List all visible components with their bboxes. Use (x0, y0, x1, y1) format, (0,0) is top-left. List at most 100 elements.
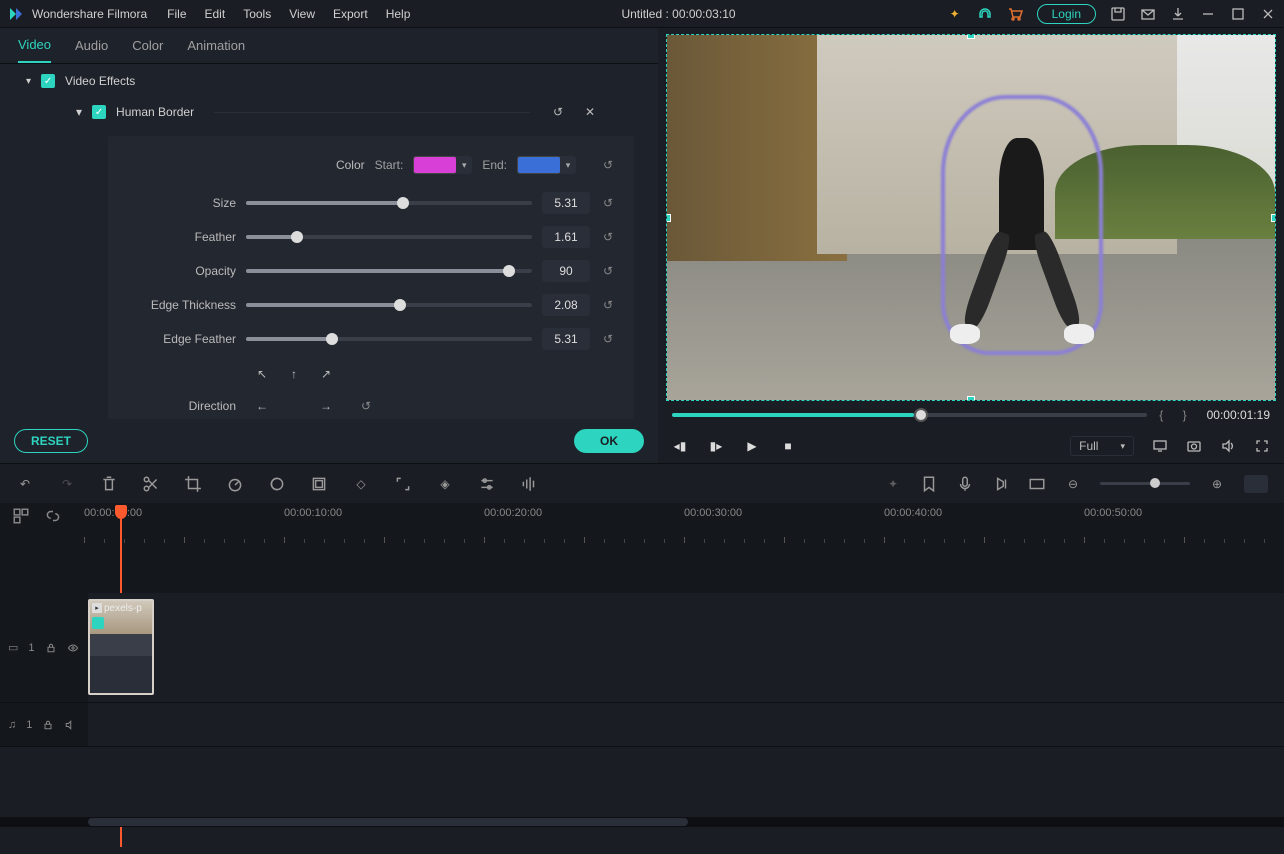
prev-frame-icon[interactable]: ◂▮ (672, 438, 688, 454)
value-feather[interactable]: 1.61 (542, 226, 590, 248)
crop-handle-icon[interactable] (967, 34, 975, 39)
reset-opacity-icon[interactable]: ↺ (600, 263, 616, 279)
zoom-out-icon[interactable]: ⊖ (1064, 475, 1082, 493)
green-screen-icon[interactable] (310, 475, 328, 493)
timeline-scrollbar[interactable] (0, 817, 1284, 827)
dir-up-right-icon[interactable]: ↗ (314, 362, 338, 386)
value-edge-feather[interactable]: 5.31 (542, 328, 590, 350)
track-manage-icon[interactable] (12, 507, 30, 525)
dir-up-icon[interactable]: ↑ (282, 362, 306, 386)
next-frame-icon[interactable]: ▮▸ (708, 438, 724, 454)
crop-handle-icon[interactable] (666, 214, 671, 222)
keyframe-icon[interactable]: ◇ (352, 475, 370, 493)
slider-opacity[interactable] (246, 269, 532, 273)
login-button[interactable]: Login (1037, 4, 1096, 24)
reset-edge-feather-icon[interactable]: ↺ (600, 331, 616, 347)
tab-animation[interactable]: Animation (187, 28, 245, 63)
time-ruler[interactable]: 00:00:00:00 00:00:10:00 00:00:20:00 00:0… (84, 507, 1284, 543)
undo-icon[interactable]: ↶ (16, 475, 34, 493)
play-icon[interactable]: ▶ (744, 438, 760, 454)
volume-icon[interactable] (1220, 438, 1236, 454)
dir-left-icon[interactable]: ← (250, 394, 274, 418)
reset-color-icon[interactable]: ↺ (600, 157, 616, 173)
reset-direction-icon[interactable]: ↺ (358, 398, 374, 414)
crop-handle-icon[interactable] (967, 396, 975, 401)
menu-export[interactable]: Export (333, 7, 368, 21)
window-maximize-icon[interactable] (1230, 6, 1246, 22)
save-icon[interactable] (1110, 6, 1126, 22)
menu-view[interactable]: View (289, 7, 315, 21)
slider-size[interactable] (246, 201, 532, 205)
chevron-down-icon[interactable]: ▾ (560, 156, 576, 174)
idea-icon[interactable]: ✦ (947, 6, 963, 22)
video-track-body[interactable]: ▸ pexels-p (88, 593, 1284, 702)
download-icon[interactable] (1170, 6, 1186, 22)
tab-audio[interactable]: Audio (75, 28, 108, 63)
color-start-swatch[interactable]: ▾ (413, 156, 472, 174)
menu-help[interactable]: Help (386, 7, 411, 21)
link-icon[interactable] (44, 507, 62, 525)
menu-tools[interactable]: Tools (243, 7, 271, 21)
menu-file[interactable]: File (167, 7, 186, 21)
value-edge-thickness[interactable]: 2.08 (542, 294, 590, 316)
mute-icon[interactable] (64, 716, 76, 734)
slider-feather[interactable] (246, 235, 532, 239)
value-size[interactable]: 5.31 (542, 192, 590, 214)
reset-button[interactable]: RESET (14, 429, 88, 453)
delete-icon[interactable] (100, 475, 118, 493)
window-minimize-icon[interactable] (1200, 6, 1216, 22)
chevron-down-icon[interactable]: ▾ (456, 156, 472, 174)
redo-icon[interactable]: ↷ (58, 475, 76, 493)
section-human-border[interactable]: ▾ Human Border ↺ ✕ (0, 92, 658, 128)
motion-icon[interactable] (394, 475, 412, 493)
crop-icon[interactable] (184, 475, 202, 493)
adjust-icon[interactable] (478, 475, 496, 493)
zoom-in-icon[interactable]: ⊕ (1208, 475, 1226, 493)
close-section-icon[interactable]: ✕ (582, 104, 598, 120)
reset-feather-icon[interactable]: ↺ (600, 229, 616, 245)
display-icon[interactable] (1152, 438, 1168, 454)
marker-icon[interactable]: ✦ (884, 475, 902, 493)
menu-edit[interactable]: Edit (205, 7, 226, 21)
mixer-icon[interactable] (992, 475, 1010, 493)
zoom-slider[interactable] (1100, 482, 1190, 485)
color-icon[interactable] (268, 475, 286, 493)
audio-track-body[interactable] (88, 703, 1284, 746)
video-clip[interactable]: ▸ pexels-p (88, 599, 154, 695)
bookmark-icon[interactable] (920, 475, 938, 493)
tab-video[interactable]: Video (18, 28, 51, 63)
aspect-icon[interactable] (1028, 475, 1046, 493)
eye-icon[interactable] (67, 639, 79, 657)
preview-canvas[interactable] (666, 34, 1276, 401)
reset-edge-thickness-icon[interactable]: ↺ (600, 297, 616, 313)
scrub-track[interactable] (672, 413, 1147, 417)
window-close-icon[interactable] (1260, 6, 1276, 22)
checkbox-video-effects[interactable] (41, 74, 55, 88)
mask-icon[interactable]: ◈ (436, 475, 454, 493)
quality-select[interactable]: Full▾ (1070, 436, 1134, 456)
stop-icon[interactable]: ■ (780, 438, 796, 454)
support-icon[interactable] (977, 6, 993, 22)
dir-right-icon[interactable]: → (314, 394, 338, 418)
tab-color[interactable]: Color (132, 28, 163, 63)
snapshot-icon[interactable] (1186, 438, 1202, 454)
reset-section-icon[interactable]: ↺ (550, 104, 566, 120)
reset-size-icon[interactable]: ↺ (600, 195, 616, 211)
record-icon[interactable] (956, 475, 974, 493)
lock-icon[interactable] (42, 716, 54, 734)
dir-up-left-icon[interactable]: ↖ (250, 362, 274, 386)
mail-icon[interactable] (1140, 6, 1156, 22)
slider-edge-feather[interactable] (246, 337, 532, 341)
lock-icon[interactable] (45, 639, 57, 657)
audio-beat-icon[interactable] (520, 475, 538, 493)
ok-button[interactable]: OK (574, 429, 644, 453)
value-opacity[interactable]: 90 (542, 260, 590, 282)
section-video-effects[interactable]: ▾ Video Effects (0, 70, 658, 92)
cart-icon[interactable] (1007, 6, 1023, 22)
speed-icon[interactable] (226, 475, 244, 493)
fullscreen-icon[interactable] (1254, 438, 1270, 454)
color-end-swatch[interactable]: ▾ (517, 156, 576, 174)
view-toggle[interactable] (1244, 475, 1268, 493)
split-icon[interactable] (142, 475, 160, 493)
crop-handle-icon[interactable] (1271, 214, 1276, 222)
